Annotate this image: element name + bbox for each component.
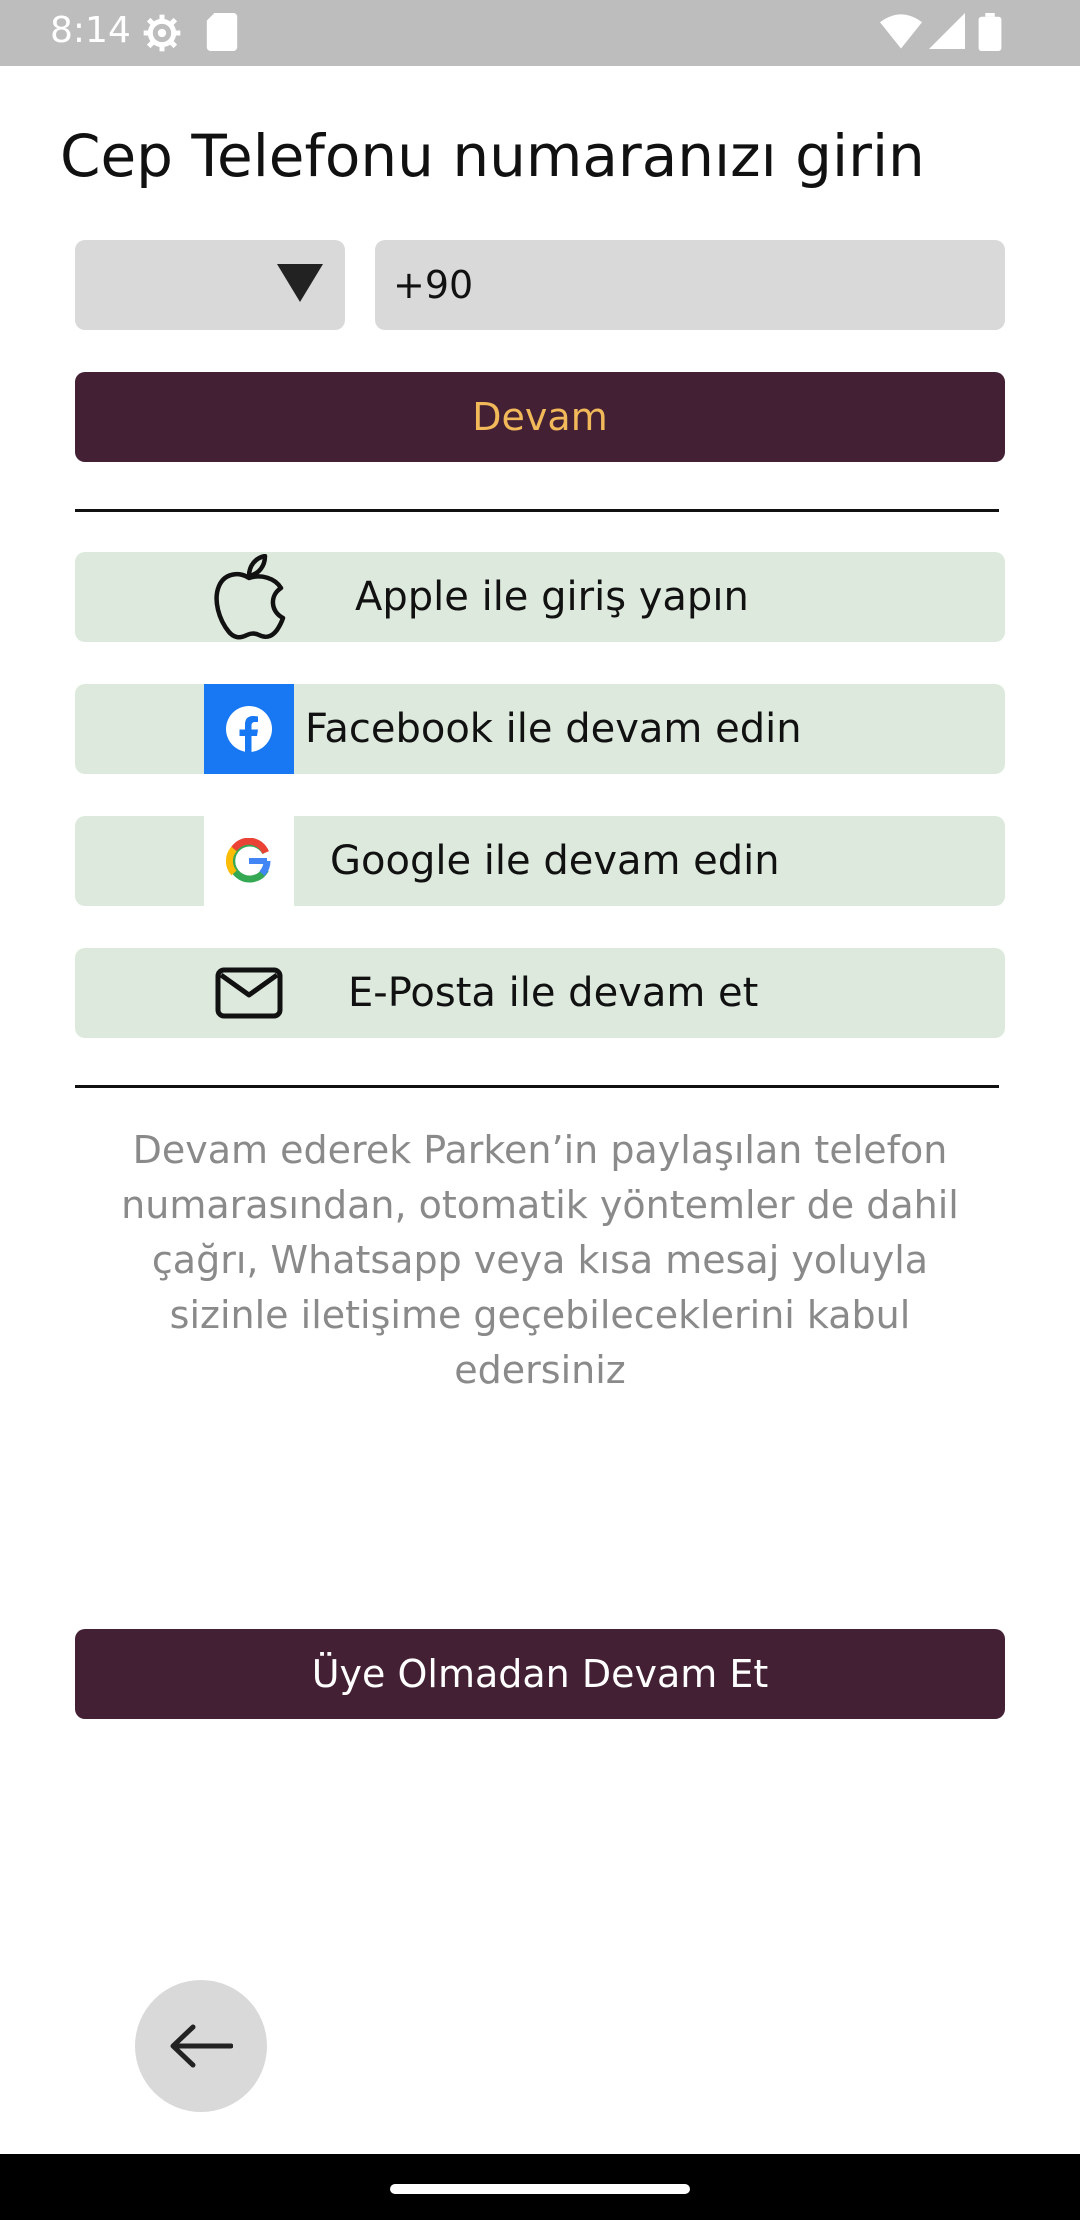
wifi-icon xyxy=(880,14,922,49)
home-gesture-handle[interactable] xyxy=(390,2184,690,2194)
status-bar: 8:14 xyxy=(0,0,1080,66)
google-icon xyxy=(204,816,294,906)
email-login-label: E-Posta ile devam et xyxy=(348,970,759,1016)
google-login-button[interactable]: Google ile devam edin xyxy=(75,816,1005,906)
continue-button[interactable]: Devam xyxy=(75,372,1005,462)
continue-as-guest-button[interactable]: Üye Olmadan Devam Et xyxy=(75,1629,1005,1719)
signal-icon xyxy=(929,13,965,49)
facebook-login-button[interactable]: Facebook ile devam edin xyxy=(75,684,1005,774)
battery-icon xyxy=(978,13,1002,51)
divider xyxy=(75,509,999,512)
page-title: Cep Telefonu numaranızı girin xyxy=(60,122,925,190)
google-login-label: Google ile devam edin xyxy=(330,838,780,884)
settings-icon xyxy=(143,14,181,52)
mail-icon xyxy=(204,948,294,1038)
country-code-select[interactable] xyxy=(75,240,345,330)
apple-icon xyxy=(204,552,294,642)
sd-card-icon xyxy=(206,13,238,51)
facebook-login-label: Facebook ile devam edin xyxy=(305,706,802,752)
email-login-button[interactable]: E-Posta ile devam et xyxy=(75,948,1005,1038)
consent-disclaimer: Devam ederek Parken’in paylaşılan telefo… xyxy=(121,1128,959,1392)
arrow-left-icon xyxy=(170,2024,233,2068)
status-time: 8:14 xyxy=(50,10,131,51)
phone-number-input[interactable] xyxy=(375,240,1005,330)
chevron-down-icon xyxy=(277,264,323,302)
navigation-bar xyxy=(0,2154,1080,2220)
apple-login-label: Apple ile giriş yapın xyxy=(355,574,749,620)
apple-login-button[interactable]: Apple ile giriş yapın xyxy=(75,552,1005,642)
divider xyxy=(75,1085,999,1088)
facebook-icon xyxy=(204,684,294,774)
back-button[interactable] xyxy=(135,1980,267,2112)
